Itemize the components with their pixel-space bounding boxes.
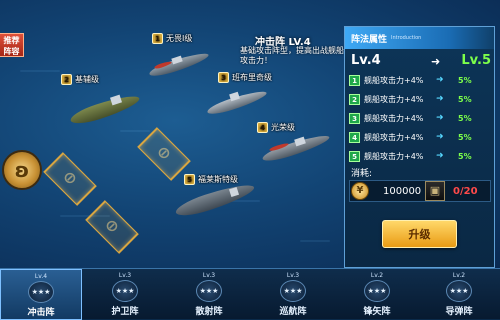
formation-star-icon: ★★★ [112,280,138,302]
formation-star-icon: ★★★ [364,280,390,302]
attribute-row: 3 舰船攻击力+4% ➜ 5% [349,110,491,126]
tab-label: 锋矢阵 [363,307,391,317]
arrow-right-icon: ➜ [436,151,444,161]
ship-slot-2[interactable]: 2 基辅级 [61,74,145,130]
panel-title: 阵法属性 [351,34,388,45]
attribute-number: 1 [349,74,360,86]
ship-label: 5 福莱斯特级 [184,174,238,185]
level-current: Lv.4 [351,52,381,68]
formation-star-icon: ★★★ [446,280,472,302]
attribute-text: 舰船攻击力+4% [364,151,424,161]
arrow-right-icon: ➜ [436,132,444,142]
item-amount: 0/20 [453,186,478,197]
coin-icon: ¥ [351,182,369,200]
tab-label: 冲击阵 [27,308,55,318]
tab-formation-3[interactable]: Lv.3 ★★★ 散射阵 [168,269,250,320]
formation-description: 基础攻击阵型，提高出战舰船攻击力！ [240,46,344,65]
ship-hull [68,91,142,128]
formation-star-icon: ★★★ [196,280,222,302]
attribute-text: 舰船攻击力+4% [364,94,424,104]
blueprint-item-icon[interactable]: ▣ [425,181,445,201]
ship-rank-badge: 3 [218,72,229,83]
arrow-right-icon: ➜ [436,75,444,85]
tab-label: 导弹阵 [445,307,473,317]
attribute-number: 5 [349,150,360,162]
tab-level: Lv.3 [118,272,132,279]
panel-header: 阵法属性 Introduction [345,27,494,49]
ship-name: 福莱斯特级 [198,175,238,184]
attribute-next: 5% [458,113,472,123]
level-arrow-icon: ➜ [431,55,441,68]
upgrade-button[interactable]: 升级 [382,220,457,248]
attribute-next: 5% [458,151,472,161]
attribute-number: 2 [349,93,360,105]
attribute-number: 3 [349,112,360,124]
arrow-right-icon: ➜ [436,113,444,123]
recommend-lineup-badge[interactable]: 推荐 阵容 [0,33,24,57]
slot-marker-icon: ⊘ [157,143,171,162]
arrow-right-icon: ➜ [436,94,444,104]
ship-slot-3[interactable]: 3 班布里奇级 [200,72,275,120]
attribute-text: 舰船攻击力+4% [364,75,424,85]
ship-label: 4 光荣级 [257,122,295,133]
tab-level: Lv.3 [202,272,216,279]
ship-rank-badge: 5 [184,174,195,185]
formation-tab-bar: Lv.4 ★★★ 冲击阵 Lv.3 ★★★ 护卫阵 Lv.3 ★★★ 散射阵 L… [0,268,500,320]
ship-name: 班布里奇级 [232,73,272,82]
attribute-row: 1 舰船攻击力+4% ➜ 5% [349,72,491,88]
tab-formation-5[interactable]: Lv.2 ★★★ 锋矢阵 [336,269,418,320]
level-row: Lv.4 Lv.5 [351,52,491,68]
attribute-number: 4 [349,131,360,143]
tab-formation-4[interactable]: Lv.3 ★★★ 巡航阵 [252,269,334,320]
tab-label: 散射阵 [195,307,223,317]
ship-name: 基辅级 [75,75,99,84]
slot-marker-icon: ⊘ [105,216,119,235]
wing-emblem-icon[interactable]: ʚ [2,150,42,190]
tab-formation-6[interactable]: Lv.2 ★★★ 导弹阵 [418,269,500,320]
ship-name: 无畏I级 [166,34,193,43]
formation-star-icon: ★★★ [28,281,54,303]
ship-hull [173,179,257,221]
tab-label: 巡航阵 [279,307,307,317]
ship-rank-badge: 2 [61,74,72,85]
panel-title-sub: Introduction [391,35,422,41]
ship-rank-badge: 4 [257,122,268,133]
attribute-row: 4 舰船攻击力+4% ➜ 5% [349,129,491,145]
formation-attribute-panel: 阵法属性 Introduction Lv.4 Lv.5 ➜ 1 舰船攻击力+4%… [344,26,495,268]
attribute-row: 5 舰船攻击力+4% ➜ 5% [349,148,491,164]
attribute-text: 舰船攻击力+4% [364,132,424,142]
ship-rank-badge: 1 [152,33,163,44]
ship-label: 3 班布里奇级 [218,72,272,83]
attribute-next: 5% [458,132,472,142]
ship-slot-4[interactable]: 4 光荣级 [255,120,335,165]
attribute-next: 5% [458,75,472,85]
tab-level: Lv.2 [370,272,384,279]
attribute-text: 舰船攻击力+4% [364,113,424,123]
attribute-row: 2 舰船攻击力+4% ➜ 5% [349,91,491,107]
tab-level: Lv.2 [452,272,466,279]
slot-marker-icon: ⊘ [63,168,77,187]
ship-slot-5[interactable]: 5 福莱斯特级 [170,170,260,221]
cost-label: 消耗: [351,169,373,179]
tab-formation-2[interactable]: Lv.3 ★★★ 护卫阵 [84,269,166,320]
ship-label: 1 无畏I级 [152,33,192,44]
ship-name: 光荣级 [271,123,295,132]
attribute-next: 5% [458,94,472,104]
ship-label: 2 基辅级 [61,74,99,85]
tab-level: Lv.4 [34,273,48,280]
coin-amount: 100000 [383,186,422,197]
formation-star-icon: ★★★ [280,280,306,302]
tab-level: Lv.3 [286,272,300,279]
tab-formation-1[interactable]: Lv.4 ★★★ 冲击阵 [0,269,82,320]
tab-label: 护卫阵 [111,307,139,317]
level-next: Lv.5 [461,52,491,68]
